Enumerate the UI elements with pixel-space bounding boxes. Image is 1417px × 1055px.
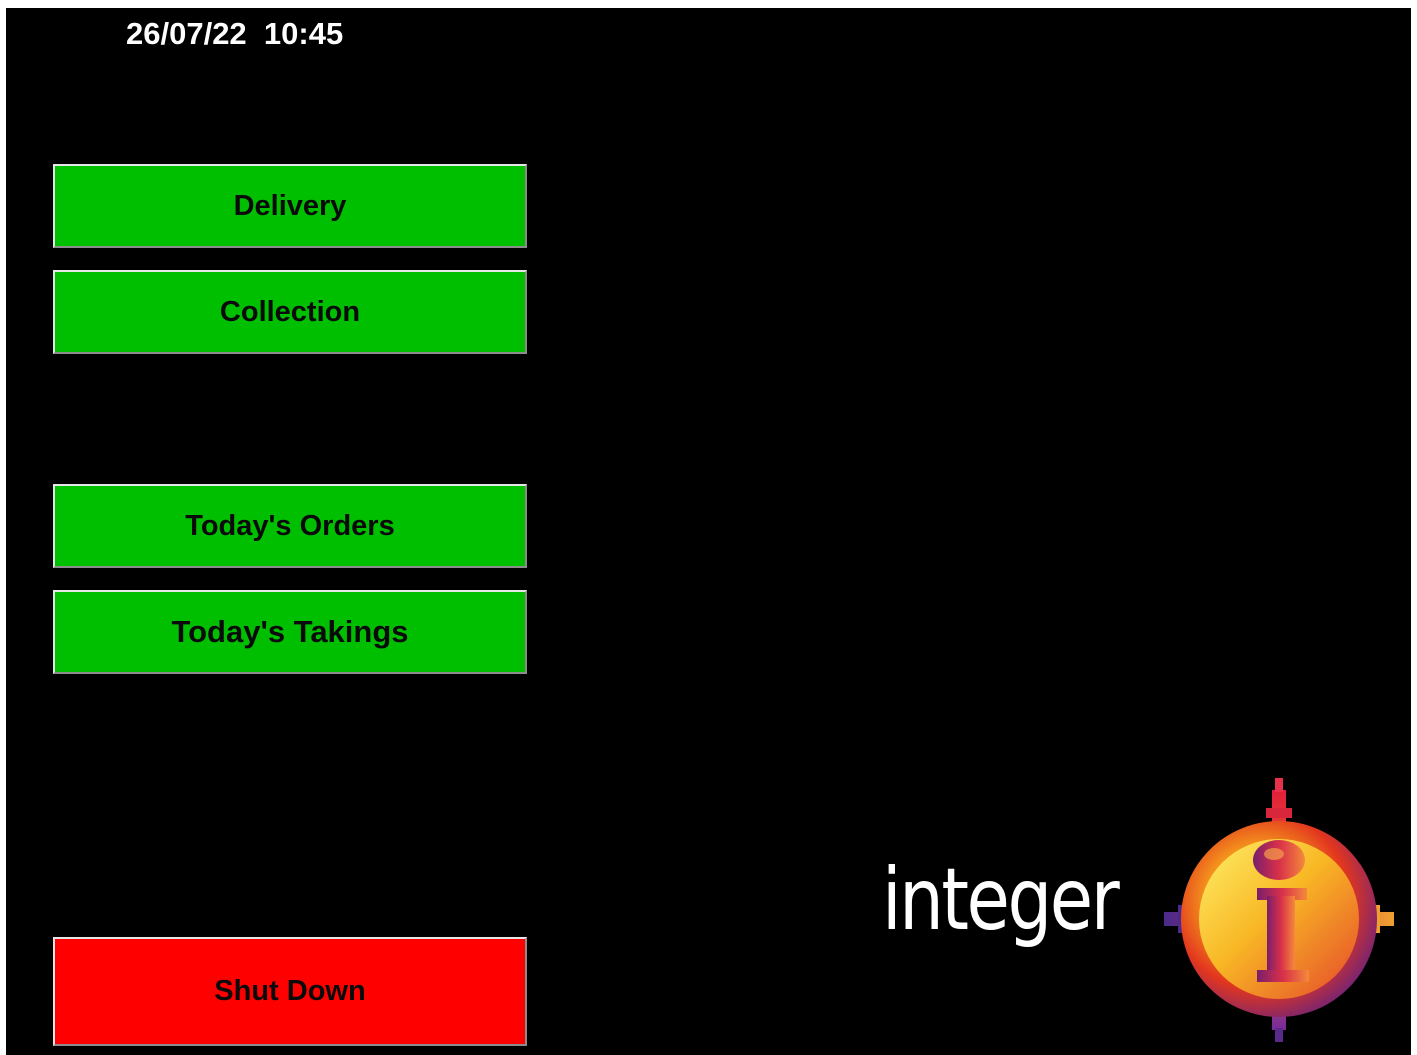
shut-down-button[interactable]: Shut Down xyxy=(53,937,527,1046)
todays-orders-button[interactable]: Today's Orders xyxy=(53,484,527,568)
main-screen: 26/07/22 10:45 Delivery Collection Today… xyxy=(6,8,1411,1055)
todays-takings-button[interactable]: Today's Takings xyxy=(53,590,527,674)
collection-button[interactable]: Collection xyxy=(53,270,527,354)
integer-i-emblem-icon xyxy=(1164,778,1394,1042)
logo-wordmark: integer xyxy=(882,850,1120,950)
delivery-button[interactable]: Delivery xyxy=(53,164,527,248)
date-time-display: 26/07/22 10:45 xyxy=(126,16,344,51)
integer-logo: integer xyxy=(872,778,1402,1048)
